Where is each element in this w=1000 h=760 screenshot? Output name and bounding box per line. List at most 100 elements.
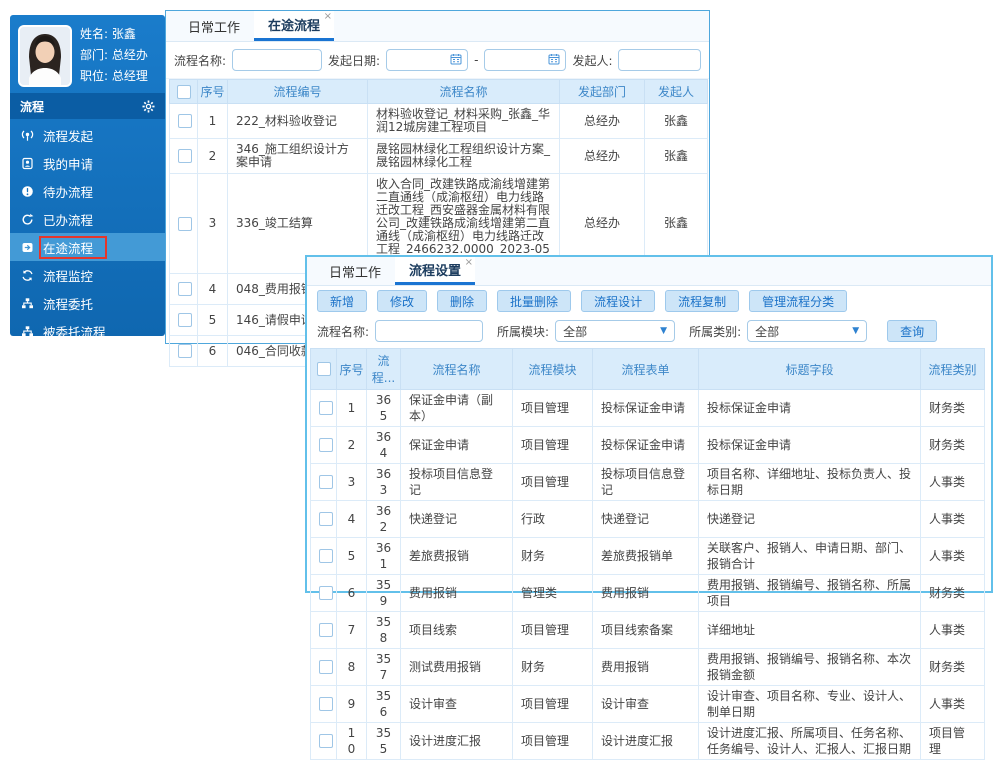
select-all-checkbox[interactable]	[317, 362, 331, 376]
manage-category-button[interactable]: 管理流程分类	[749, 290, 847, 312]
cell-title-fields: 投标保证金申请	[699, 390, 921, 427]
table-row[interactable]: 1 222_材料验收登记 材料验收登记_材料采购_张鑫_华润12城房建工程项目 …	[170, 104, 708, 139]
process-copy-button[interactable]: 流程复制	[665, 290, 739, 312]
select-all-checkbox[interactable]	[177, 85, 191, 99]
category-select[interactable]: 全部 ▼	[747, 320, 867, 342]
row-checkbox[interactable]	[178, 282, 192, 296]
row-checkbox[interactable]	[319, 401, 333, 415]
table-row[interactable]: 2 346_施工组织设计方案申请 晟铭园林绿化工程组织设计方案_晟铭园林绿化工程…	[170, 139, 708, 174]
cell-code: 359	[367, 575, 401, 612]
row-checkbox[interactable]	[319, 734, 333, 748]
gear-icon[interactable]	[142, 100, 155, 113]
row-checkbox[interactable]	[319, 586, 333, 600]
sidebar-header: 流程	[10, 93, 165, 119]
sidebar-item-process-start[interactable]: 流程发起	[10, 121, 165, 149]
module-label: 所属模块:	[497, 323, 549, 340]
row-checkbox[interactable]	[178, 344, 192, 358]
cell-form: 快递登记	[593, 501, 699, 538]
row-checkbox[interactable]	[319, 475, 333, 489]
cell-code: 365	[367, 390, 401, 427]
table-row[interactable]: 5 361 差旅费报销 财务 差旅费报销单 关联客户、报销人、申请日期、部门、报…	[311, 538, 985, 575]
cell-form: 投标保证金申请	[593, 427, 699, 464]
table-row[interactable]: 7 358 项目线索 项目管理 项目线索备案 详细地址 人事类	[311, 612, 985, 649]
calendar-icon	[450, 53, 462, 68]
sidebar-item-in-transit-processes[interactable]: 在途流程	[10, 233, 165, 261]
cell-title-fields: 快递登记	[699, 501, 921, 538]
row-checkbox[interactable]	[319, 512, 333, 526]
table-row[interactable]: 2 364 保证金申请 项目管理 投标保证金申请 投标保证金申请 财务类	[311, 427, 985, 464]
process-name-input[interactable]	[232, 49, 322, 71]
tab-label: 在途流程	[268, 15, 320, 34]
user-name-label: 姓名:	[80, 27, 108, 41]
initiator-input[interactable]	[618, 49, 701, 71]
cell-code: 362	[367, 501, 401, 538]
win2-tabbar: 日常工作 流程设置 ×	[307, 257, 991, 286]
tab-daily-work[interactable]: 日常工作	[174, 11, 254, 41]
row-checkbox[interactable]	[178, 114, 192, 128]
table-row[interactable]: 3 363 投标项目信息登记 项目管理 投标项目信息登记 项目名称、详细地址、投…	[311, 464, 985, 501]
row-checkbox[interactable]	[178, 313, 192, 327]
cell-category: 人事类	[921, 464, 985, 501]
user-name-row: 姓名: 张鑫	[80, 24, 148, 45]
sidebar-item-label: 被委托流程	[43, 322, 106, 341]
table-row[interactable]: 9 356 设计审查 项目管理 设计审查 设计审查、项目名称、专业、设计人、制单…	[311, 686, 985, 723]
table-row[interactable]: 8 357 测试费用报销 财务 费用报销 费用报销、报销编号、报销名称、本次报销…	[311, 649, 985, 686]
win2-toolbar: 新增 修改 删除 批量删除 流程设计 流程复制 管理流程分类	[307, 286, 991, 316]
cell-module: 行政	[513, 501, 593, 538]
sidebar-item-process-monitor[interactable]: 流程监控	[10, 261, 165, 289]
cell-category: 财务类	[921, 575, 985, 612]
add-button[interactable]: 新增	[317, 290, 367, 312]
cell-module: 项目管理	[513, 723, 593, 760]
row-checkbox[interactable]	[319, 438, 333, 452]
date-to-input[interactable]	[484, 49, 566, 71]
cell-code: 363	[367, 464, 401, 501]
row-checkbox[interactable]	[319, 660, 333, 674]
sidebar-item-delegated-processes[interactable]: 被委托流程	[10, 317, 165, 345]
refresh-icon	[21, 269, 34, 282]
tab-daily-work[interactable]: 日常工作	[315, 257, 395, 285]
cell-form: 设计审查	[593, 686, 699, 723]
row-checkbox[interactable]	[178, 217, 192, 231]
table-row[interactable]: 10 355 设计进度汇报 项目管理 设计进度汇报 设计进度汇报、所属项目、任务…	[311, 723, 985, 760]
sidebar-item-todo-processes[interactable]: 待办流程	[10, 177, 165, 205]
table-row[interactable]: 6 359 费用报销 管理类 费用报销 费用报销、报销编号、报销名称、所属项目 …	[311, 575, 985, 612]
cell-title-fields: 设计审查、项目名称、专业、设计人、制单日期	[699, 686, 921, 723]
cell-title-fields: 设计进度汇报、所属项目、任务名称、任务编号、设计人、汇报人、汇报日期	[699, 723, 921, 760]
cell-module: 项目管理	[513, 464, 593, 501]
cell-module: 财务	[513, 649, 593, 686]
cell-name: 设计审查	[401, 686, 513, 723]
sidebar-item-label: 待办流程	[43, 182, 93, 201]
cell-no: 7	[337, 612, 367, 649]
cell-user: 张鑫	[645, 139, 708, 174]
tab-process-settings[interactable]: 流程设置 ×	[395, 257, 475, 285]
date-from-input[interactable]	[386, 49, 468, 71]
table-row[interactable]: 1 365 保证金申请（副本） 项目管理 投标保证金申请 投标保证金申请 财务类	[311, 390, 985, 427]
cell-name: 保证金申请（副本）	[401, 390, 513, 427]
tab-label: 流程设置	[409, 260, 461, 279]
batch-delete-button[interactable]: 批量删除	[497, 290, 571, 312]
delete-button[interactable]: 删除	[437, 290, 487, 312]
process-design-button[interactable]: 流程设计	[581, 290, 655, 312]
table-row[interactable]: 4 362 快递登记 行政 快递登记 快递登记 人事类	[311, 501, 985, 538]
row-checkbox[interactable]	[319, 549, 333, 563]
row-checkbox[interactable]	[319, 623, 333, 637]
edit-button[interactable]: 修改	[377, 290, 427, 312]
module-select[interactable]: 全部 ▼	[555, 320, 675, 342]
cell-no: 8	[337, 649, 367, 686]
sidebar-item-label: 在途流程	[43, 238, 93, 257]
sidebar-item-my-applications[interactable]: 我的申请	[10, 149, 165, 177]
tab-in-transit[interactable]: 在途流程 ×	[254, 11, 334, 41]
search-button[interactable]: 查询	[887, 320, 937, 342]
sidebar-item-process-delegate[interactable]: 流程委托	[10, 289, 165, 317]
category-selected-value: 全部	[755, 323, 779, 340]
row-checkbox[interactable]	[178, 149, 192, 163]
cell-no: 3	[198, 174, 228, 274]
row-checkbox[interactable]	[319, 697, 333, 711]
close-icon[interactable]: ×	[465, 258, 473, 268]
col-header-no: 序号	[198, 80, 228, 104]
redo-icon	[21, 213, 34, 226]
sidebar-item-done-processes[interactable]: 已办流程	[10, 205, 165, 233]
process-name-input[interactable]	[375, 320, 483, 342]
col-header-code: 流程编号	[228, 80, 368, 104]
close-icon[interactable]: ×	[324, 12, 332, 22]
